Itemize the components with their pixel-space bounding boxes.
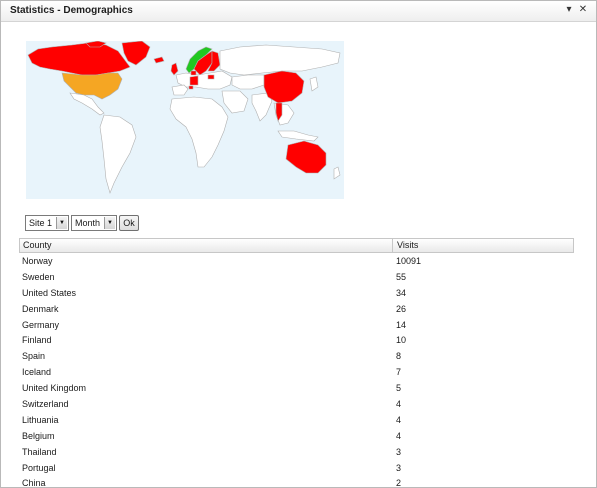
table-row[interactable]: Finland 10 bbox=[19, 332, 574, 348]
visits-cell: 55 bbox=[396, 271, 407, 282]
visits-cell: 3 bbox=[396, 446, 402, 457]
country-cell: Lithuania bbox=[22, 414, 59, 425]
visits-cell: 7 bbox=[396, 367, 402, 378]
table-row[interactable]: Lithuania 4 bbox=[19, 412, 574, 428]
map-switzerland bbox=[188, 85, 194, 90]
close-icon[interactable]: ✕ bbox=[577, 4, 589, 16]
visits-cell: 4 bbox=[396, 399, 402, 410]
visits-cell: 8 bbox=[396, 351, 402, 362]
map-germany bbox=[189, 75, 199, 86]
table-row[interactable]: Spain 8 bbox=[19, 348, 574, 364]
dropdown-arrow-icon[interactable]: ▼ bbox=[56, 217, 67, 229]
visits-cell: 2 bbox=[396, 478, 402, 488]
country-cell: Portugal bbox=[22, 462, 56, 473]
table-row[interactable]: China 2 bbox=[19, 475, 574, 488]
visits-cell: 10 bbox=[396, 335, 407, 346]
table-row[interactable]: United States 34 bbox=[19, 285, 574, 301]
world-map bbox=[26, 41, 344, 199]
period-select-value: Month bbox=[75, 218, 101, 228]
country-cell: Finland bbox=[22, 335, 52, 346]
column-divider[interactable] bbox=[392, 239, 393, 252]
table-row[interactable]: United Kingdom 5 bbox=[19, 380, 574, 396]
table-row[interactable]: Switzerland 4 bbox=[19, 396, 574, 412]
period-select[interactable]: Month ▼ bbox=[71, 215, 117, 231]
country-cell: Belgium bbox=[22, 430, 55, 441]
country-cell: Switzerland bbox=[22, 399, 69, 410]
demographics-window: Statistics - Demographics ▾ ✕ Site 1 ▼ M… bbox=[0, 0, 597, 488]
table-body: Norway 10091 Sweden 55 United States 34 Denmar… bbox=[19, 253, 574, 488]
dropdown-arrow-icon[interactable]: ▼ bbox=[104, 217, 115, 229]
table-row[interactable]: Norway 10091 bbox=[19, 253, 574, 269]
site-select-value: Site 1 bbox=[29, 218, 53, 228]
country-cell: Denmark bbox=[22, 303, 59, 314]
table-row[interactable]: Sweden 55 bbox=[19, 269, 574, 285]
visits-cell: 10091 bbox=[396, 256, 422, 266]
visits-cell: 4 bbox=[396, 430, 402, 441]
table-header: County Visits bbox=[19, 238, 574, 253]
country-cell: Norway bbox=[22, 256, 53, 266]
visits-table: County Visits Norway 10091 Sweden 55 United … bbox=[19, 238, 574, 488]
map-lithuania bbox=[207, 74, 215, 80]
visits-cell: 3 bbox=[396, 462, 402, 473]
window-title: Statistics - Demographics bbox=[10, 5, 133, 16]
ok-button[interactable]: Ok bbox=[119, 215, 139, 231]
visits-cell: 34 bbox=[396, 287, 407, 298]
table-row[interactable]: Denmark 26 bbox=[19, 301, 574, 317]
country-cell: Spain bbox=[22, 351, 46, 362]
chevron-down-icon[interactable]: ▾ bbox=[563, 4, 575, 16]
country-cell: Sweden bbox=[22, 271, 55, 282]
table-row[interactable]: Thailand 3 bbox=[19, 444, 574, 460]
country-cell: Germany bbox=[22, 319, 60, 330]
country-cell: United Kingdom bbox=[22, 383, 87, 394]
visits-cell: 4 bbox=[396, 414, 402, 425]
country-cell: Iceland bbox=[22, 367, 52, 378]
table-row[interactable]: Portugal 3 bbox=[19, 460, 574, 476]
visits-cell: 14 bbox=[396, 319, 407, 330]
country-cell: China bbox=[22, 478, 46, 488]
map-central-asia bbox=[231, 74, 265, 90]
column-header-country[interactable]: County bbox=[23, 240, 52, 250]
table-row[interactable]: Germany 14 bbox=[19, 317, 574, 333]
site-select[interactable]: Site 1 ▼ bbox=[25, 215, 69, 231]
column-header-visits[interactable]: Visits bbox=[397, 240, 418, 250]
map-denmark bbox=[190, 70, 197, 76]
table-row[interactable]: Iceland 7 bbox=[19, 364, 574, 380]
visits-cell: 26 bbox=[396, 303, 407, 314]
country-cell: United States bbox=[22, 287, 77, 298]
visits-cell: 5 bbox=[396, 383, 402, 394]
title-bar: Statistics - Demographics ▾ ✕ bbox=[1, 1, 596, 22]
table-row[interactable]: Belgium 4 bbox=[19, 428, 574, 444]
country-cell: Thailand bbox=[22, 446, 57, 457]
